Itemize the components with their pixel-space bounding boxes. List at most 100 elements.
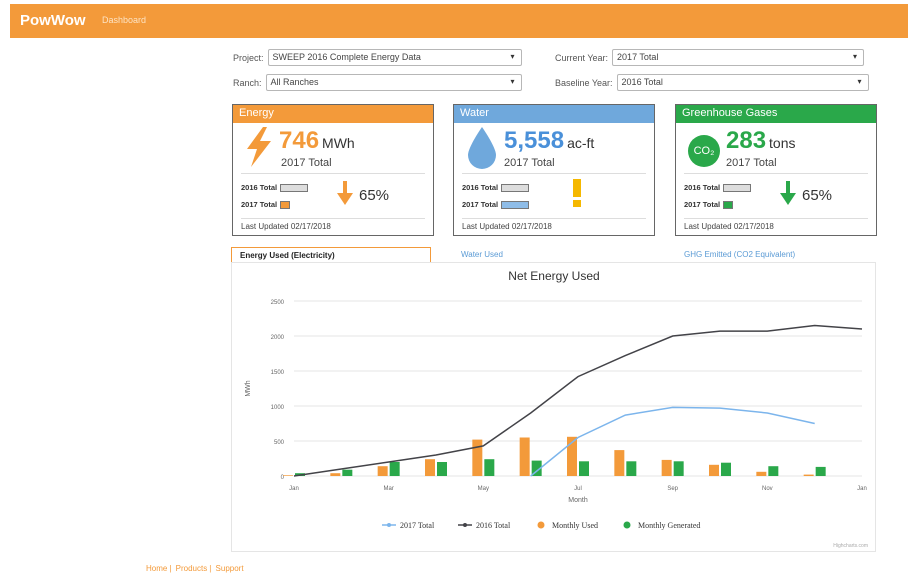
water-card: Water 5,558 ac-ft 2017 Total 2016 Total 2… [453,104,655,236]
chevron-down-icon: ▾ [853,52,858,61]
current-year-select[interactable]: 2017 Total ▾ [612,49,865,66]
bar-monthly-used [756,471,767,476]
footer-separator: | [209,564,212,573]
energy-card: Energy 746 MWh 2017 Total 2016 Total 2017… [232,104,434,236]
tab-water-used[interactable]: Water Used [453,247,511,263]
chevron-down-icon: ▾ [857,77,862,86]
footer-link-home[interactable]: Home [146,564,167,573]
bar-monthly-generated [721,462,731,476]
water-last-updated: Last Updated 02/17/2018 [462,222,552,231]
water-2016-swatch [501,183,530,192]
brand-logo[interactable]: PowWow [20,12,86,29]
project-select[interactable]: SWEEP 2016 Complete Energy Data ▾ [267,49,522,66]
tab-ghg-emitted[interactable]: GHG Emitted (CO2 Equivalent) [676,247,803,263]
ranch-label: Ranch: [233,77,262,88]
ghg-2016-swatch [723,183,752,192]
divider [241,218,425,219]
bar-monthly-used [330,473,341,476]
water-2016-row: 2016 Total [462,183,530,192]
footer-link-products[interactable]: Products [176,564,208,573]
bar-monthly-used [709,464,719,476]
y-tick-label: 1500 [271,370,285,376]
bar-monthly-generated [342,469,353,476]
energy-unit: MWh [322,135,355,151]
bar-monthly-generated [626,461,637,476]
ghg-value: 283 tons [726,127,796,155]
bar-monthly-generated [437,462,447,476]
bar-monthly-used [803,474,814,476]
ghg-card: Greenhouse Gases CO₂ 283 tons 2017 Total … [675,104,877,236]
legend-symbol [387,523,391,527]
legend-label: 2017 Total [400,521,435,530]
energy-value: 746 MWh [279,127,355,155]
energy-2017-swatch [280,200,291,209]
x-axis-title: Month [568,497,588,504]
energy-2016-swatch [280,183,309,192]
chevron-down-icon: ▾ [510,52,515,61]
legend-symbol [537,521,545,529]
bar-monthly-generated [815,466,826,476]
water-unit: ac-ft [567,135,595,151]
energy-percent: 65% [359,187,390,204]
water-subtitle: 2017 Total [504,157,555,169]
co2-icon: CO₂ [688,135,720,167]
project-label: Project: [233,52,264,63]
baseline-year-filter: Baseline Year: 2016 Total ▾ [555,74,869,91]
bar-monthly-used [377,466,388,476]
project-filter: Project: SWEEP 2016 Complete Energy Data… [233,49,522,66]
current-year-label: Current Year: [555,52,609,63]
water-2017-label: 2017 Total [462,200,499,209]
water-2017-row: 2017 Total [462,200,530,209]
nav-link-dashboard[interactable]: Dashboard [102,15,146,25]
bar-monthly-generated [673,461,684,476]
x-tick-label: Jan [857,486,867,492]
y-tick-label: 2000 [271,335,285,341]
bar-monthly-used [472,439,483,476]
bar-monthly-generated [484,459,495,476]
water-2016-label: 2016 Total [462,183,499,192]
energy-2016-label: 2016 Total [241,183,278,192]
bar-monthly-used [425,459,435,476]
y-axis-title: MWh [245,380,252,396]
energy-card-title: Energy [233,105,433,123]
x-tick-label: May [478,486,489,492]
net-energy-chart: Net Energy Used05001000150020002500MWhJa… [245,269,868,549]
warning-exclamation-icon [573,179,581,207]
x-tick-label: Sep [667,486,678,492]
baseline-year-select[interactable]: 2016 Total ▾ [616,74,869,91]
ghg-last-updated: Last Updated 02/17/2018 [684,222,774,231]
ghg-2017-row: 2017 Total [684,200,734,209]
ranch-filter: Ranch: All Ranches ▾ [233,74,522,91]
ghg-percent: 65% [802,187,833,204]
ghg-2016-label: 2016 Total [684,183,721,192]
divider [684,218,868,219]
y-tick-label: 1000 [271,405,285,411]
tab-energy-used[interactable]: Energy Used (Electricity) [231,247,431,263]
energy-last-updated: Last Updated 02/17/2018 [241,222,331,231]
current-year-select-value: 2017 Total [617,52,659,62]
ghg-number: 283 [726,127,767,154]
ghg-card-title: Greenhouse Gases [676,105,876,123]
water-card-title: Water [454,105,654,123]
footer-link-support[interactable]: Support [216,564,244,573]
x-tick-label: Jan [289,486,299,492]
chart-container: Net Energy Used 0 500 1000 1500 2000 2500 MWh Ja… [231,262,876,552]
ghg-2016-row: 2016 Total [684,183,752,192]
baseline-year-select-value: 2016 Total [621,77,663,87]
line-2016-total [293,324,863,477]
energy-subtitle: 2017 Total [281,157,332,169]
ranch-select[interactable]: All Ranches ▾ [265,74,522,91]
divider [241,173,425,174]
water-number: 5,558 [504,127,565,154]
x-tick-label: Nov [762,486,773,492]
chevron-down-icon: ▾ [510,77,515,86]
chart-credits: Highcharts.com [833,543,868,549]
ranch-select-value: All Ranches [270,77,319,87]
legend-label: 2016 Total [476,521,511,530]
ghg-2017-label: 2017 Total [684,200,721,209]
ghg-2017-swatch [723,200,734,209]
ghg-subtitle: 2017 Total [726,157,777,169]
bar-monthly-used [661,459,672,476]
energy-2016-row: 2016 Total [241,183,309,192]
legend-symbol [623,521,631,529]
